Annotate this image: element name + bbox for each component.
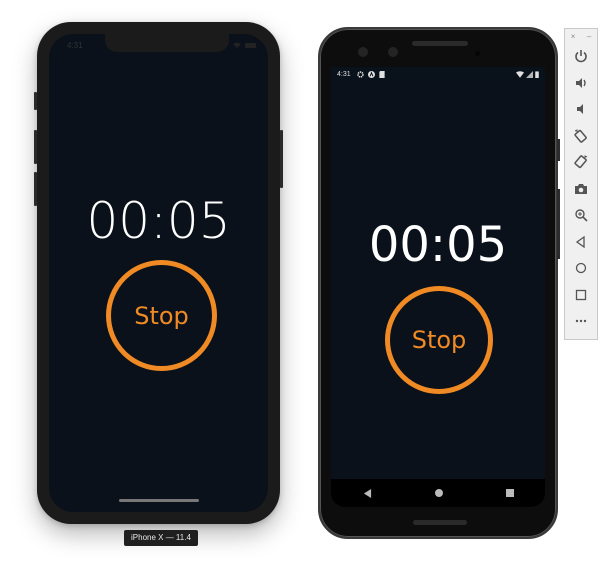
stop-button-label: Stop xyxy=(411,326,467,354)
proximity-sensor xyxy=(475,51,480,56)
volume-up-icon xyxy=(576,77,586,88)
device-label: iPhone X — 11.4 xyxy=(124,530,198,546)
power-icon xyxy=(575,50,587,63)
volume-down-button[interactable] xyxy=(569,96,593,123)
wifi-icon xyxy=(516,70,524,78)
overview-icon xyxy=(575,289,587,300)
gear-icon xyxy=(356,70,364,78)
navigation-bar xyxy=(331,479,545,507)
back-icon xyxy=(575,235,585,249)
power-button[interactable] xyxy=(569,43,593,70)
battery-icon xyxy=(535,70,539,78)
close-button[interactable]: × xyxy=(571,32,576,41)
iphone-screen: 4:31 00:05 Stop xyxy=(49,34,268,512)
more-icon xyxy=(575,320,587,323)
home-icon[interactable] xyxy=(434,489,443,497)
wifi-icon xyxy=(233,42,241,48)
overview-button[interactable] xyxy=(569,282,593,309)
timer-display: 00:05 xyxy=(368,217,508,273)
android-screen: 4:31 00:05 Stop xyxy=(331,67,545,507)
minimize-button[interactable]: – xyxy=(587,32,591,41)
home-icon xyxy=(575,263,587,274)
power-side-button xyxy=(557,139,560,161)
status-time: 4:31 xyxy=(67,41,83,50)
back-icon[interactable] xyxy=(363,488,372,498)
rotate-left-button[interactable] xyxy=(569,123,593,150)
stop-button[interactable]: Stop xyxy=(106,260,217,371)
zoom-icon xyxy=(575,209,588,222)
screenshot-button[interactable] xyxy=(569,176,593,203)
sd-card-icon xyxy=(379,70,385,78)
volume-up-button[interactable] xyxy=(569,70,593,97)
rotate-right-icon xyxy=(574,155,588,169)
zoom-button[interactable] xyxy=(569,202,593,229)
back-button[interactable] xyxy=(569,229,593,256)
home-indicator[interactable] xyxy=(119,499,199,502)
timer-display: 00:05 xyxy=(86,192,231,250)
status-bar: 4:31 xyxy=(331,67,545,81)
volume-down-icon xyxy=(577,104,583,115)
battery-icon xyxy=(245,42,256,48)
stop-button-label: Stop xyxy=(134,301,189,330)
rotate-left-icon xyxy=(574,128,587,143)
a-circle-icon xyxy=(367,70,375,78)
mute-switch xyxy=(34,92,37,110)
top-speaker xyxy=(412,41,468,46)
emulator-toolbar: × – xyxy=(564,28,598,340)
home-button[interactable] xyxy=(569,255,593,282)
android-emulator: 4:31 00:05 Stop xyxy=(318,27,560,539)
front-camera xyxy=(358,47,368,57)
volume-down-side-button xyxy=(34,172,37,206)
rotate-right-button[interactable] xyxy=(569,149,593,176)
more-button[interactable] xyxy=(569,308,593,335)
recents-icon[interactable] xyxy=(505,489,514,497)
volume-up-side-button xyxy=(34,130,37,164)
status-icons xyxy=(233,42,256,48)
camera-icon xyxy=(575,183,587,194)
notch xyxy=(105,34,229,52)
front-camera-2 xyxy=(388,47,398,57)
status-time: 4:31 xyxy=(337,70,351,78)
stop-button[interactable]: Stop xyxy=(385,286,493,394)
bottom-speaker xyxy=(413,520,467,525)
power-side-button xyxy=(280,130,283,188)
iphone-simulator: 4:31 00:05 Stop xyxy=(34,22,283,524)
volume-side-button xyxy=(557,189,560,259)
signal-icon xyxy=(526,70,533,78)
